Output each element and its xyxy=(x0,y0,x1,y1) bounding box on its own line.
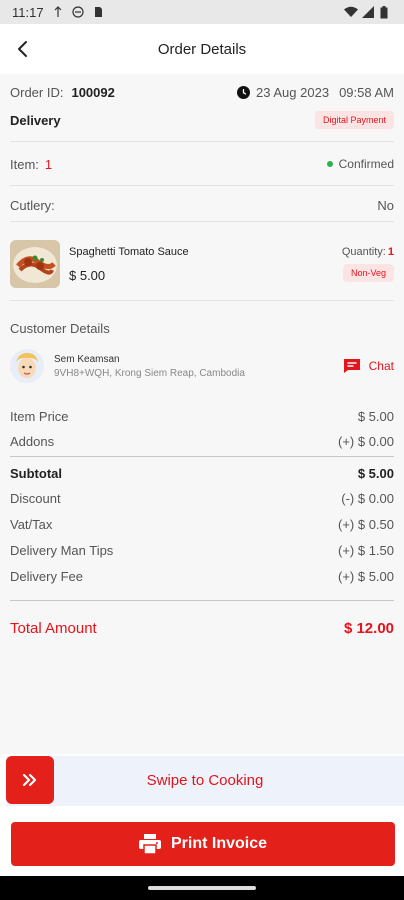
sd-card-icon xyxy=(92,6,104,18)
customer-address: 9VH8+WQH, Krong Siem Reap, Cambodia xyxy=(54,367,245,379)
arrow-left-icon xyxy=(18,41,27,57)
addons-label: Addons xyxy=(10,433,55,449)
vat-row: Vat/Tax (+) $ 0.50 xyxy=(10,514,394,534)
divider xyxy=(10,221,394,222)
order-time: 09:58 AM xyxy=(339,84,394,100)
data-saver-icon xyxy=(71,6,84,18)
print-invoice-button[interactable]: Print Invoice xyxy=(11,822,395,866)
customer-section-title-row: Customer Details xyxy=(10,318,394,338)
double-chevron-right-icon xyxy=(22,773,37,787)
divider xyxy=(10,600,394,601)
cutlery-label: Cutlery: xyxy=(10,197,55,213)
subtotal-value: $ 5.00 xyxy=(357,465,394,481)
discount-row: Discount (-) $ 0.00 xyxy=(10,488,394,508)
food-meta: Quantity: 1 Non-Veg xyxy=(342,240,394,282)
subtotal-label: Subtotal xyxy=(10,465,62,481)
divider xyxy=(10,300,394,301)
divider xyxy=(10,456,394,457)
swipe-to-cooking-slider[interactable]: Swipe to Cooking xyxy=(6,756,404,806)
quantity-value: 1 xyxy=(387,246,394,258)
addons-value: (+) $ 0.00 xyxy=(337,433,394,449)
back-button[interactable] xyxy=(10,36,36,62)
print-invoice-label: Print Invoice xyxy=(170,835,268,852)
fee-row: Delivery Fee (+) $ 5.00 xyxy=(10,566,394,586)
clock-icon xyxy=(237,85,251,99)
order-date: 23 Aug 2023 xyxy=(256,84,330,100)
order-id-value: 100092 xyxy=(71,84,115,100)
tips-label: Delivery Man Tips xyxy=(10,542,114,558)
wifi-icon xyxy=(344,6,358,18)
app-bar: Order Details xyxy=(0,24,404,74)
order-details-content: Order ID: 100092 23 Aug 2023 09:58 AM De… xyxy=(0,74,404,754)
food-name: Spaghetti Tomato Sauce xyxy=(69,246,189,258)
tips-row: Delivery Man Tips (+) $ 1.50 xyxy=(10,540,394,560)
battery-icon xyxy=(380,6,392,19)
food-price: $ 5.00 xyxy=(69,268,106,283)
order-id-label: Order ID: xyxy=(10,84,64,100)
addons-row: Addons (+) $ 0.00 xyxy=(10,431,394,451)
divider xyxy=(10,185,394,186)
usb-icon xyxy=(52,6,64,18)
food-image xyxy=(10,240,60,288)
food-tag: Non-Veg xyxy=(342,264,394,282)
chat-button[interactable]: Chat xyxy=(343,358,394,374)
swipe-handle[interactable] xyxy=(6,756,54,804)
item-count: 1 xyxy=(44,156,53,172)
order-type-row: Delivery Digital Payment xyxy=(10,109,394,131)
avatar xyxy=(10,349,44,383)
subtotal-row: Subtotal $ 5.00 xyxy=(10,463,394,483)
customer-row: Sem Keamsan 9VH8+WQH, Krong Siem Reap, C… xyxy=(10,347,394,385)
divider xyxy=(10,141,394,142)
quantity: Quantity: 1 xyxy=(342,246,394,258)
payment-badge: Digital Payment xyxy=(314,111,394,129)
order-id-row: Order ID: 100092 23 Aug 2023 09:58 AM xyxy=(10,82,394,102)
item-label: Item: xyxy=(10,156,39,172)
quantity-label: Quantity: xyxy=(341,246,386,258)
page-title: Order Details xyxy=(157,40,247,58)
status-text: Confirmed xyxy=(338,157,394,171)
home-gesture-handle[interactable] xyxy=(148,886,256,890)
food-info: Spaghetti Tomato Sauce $ 5.00 xyxy=(69,240,189,283)
fee-value: (+) $ 5.00 xyxy=(337,568,394,584)
status-badge: Confirmed xyxy=(326,157,394,171)
system-nav-bar xyxy=(0,876,404,900)
customer-section-title: Customer Details xyxy=(10,320,110,336)
chat-icon xyxy=(343,359,360,373)
total-label: Total Amount xyxy=(10,619,97,637)
status-dot-icon xyxy=(326,161,333,167)
order-datetime: 23 Aug 2023 09:58 AM xyxy=(237,85,394,100)
signal-icon xyxy=(362,6,374,18)
discount-value: (-) $ 0.00 xyxy=(341,490,394,506)
total-value: $ 12.00 xyxy=(343,619,394,637)
item-row: Item: 1 Confirmed xyxy=(10,154,394,174)
total-row: Total Amount $ 12.00 xyxy=(10,616,394,640)
order-type: Delivery xyxy=(10,112,61,128)
swipe-label: Swipe to Cooking xyxy=(146,771,264,789)
item-price-value: $ 5.00 xyxy=(357,408,394,424)
cutlery-row: Cutlery: No xyxy=(10,195,394,215)
tips-value: (+) $ 1.50 xyxy=(337,542,394,558)
cutlery-value: No xyxy=(377,197,394,213)
printer-icon xyxy=(138,834,161,854)
chat-label: Chat xyxy=(368,359,394,373)
status-bar: 11:17 xyxy=(0,0,404,24)
vat-label: Vat/Tax xyxy=(10,516,53,532)
item-price-row: Item Price $ 5.00 xyxy=(10,406,394,426)
discount-label: Discount xyxy=(10,490,61,506)
vat-value: (+) $ 0.50 xyxy=(337,516,394,532)
food-item[interactable]: Spaghetti Tomato Sauce $ 5.00 Quantity: 1… xyxy=(10,240,394,292)
item-price-label: Item Price xyxy=(10,408,69,424)
status-time: 11:17 xyxy=(12,4,44,20)
customer-name: Sem Keamsan xyxy=(54,353,120,365)
fee-label: Delivery Fee xyxy=(10,568,83,584)
customer-info: Sem Keamsan 9VH8+WQH, Krong Siem Reap, C… xyxy=(54,354,245,379)
